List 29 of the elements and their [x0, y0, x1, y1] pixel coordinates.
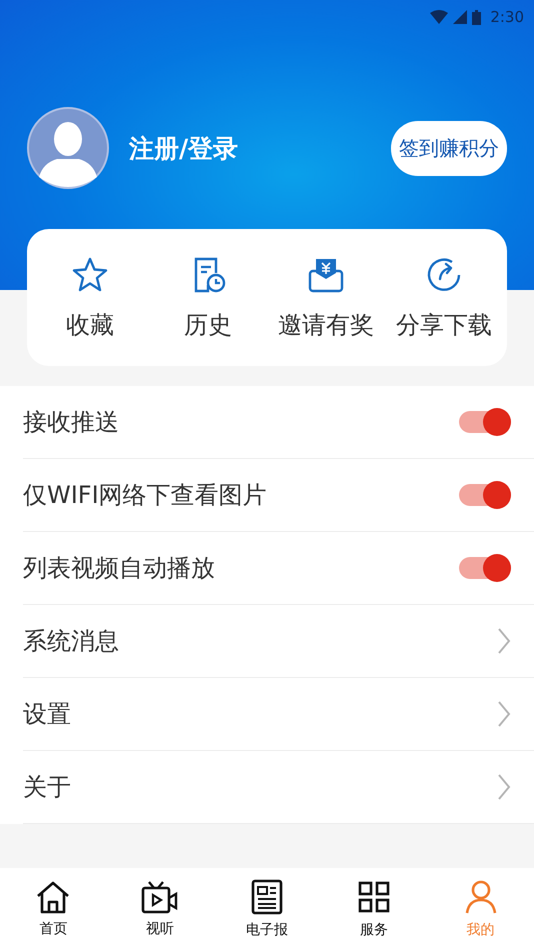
signal-icon — [453, 10, 468, 24]
avatar-icon[interactable] — [27, 107, 109, 189]
tab-item[interactable]: 视听 — [106, 868, 214, 950]
toggle-switch[interactable] — [459, 557, 511, 579]
checkin-button[interactable]: 签到赚积分 — [391, 120, 507, 176]
home-icon — [35, 880, 72, 914]
tab-item[interactable]: 电子报 — [214, 868, 320, 950]
tab-item[interactable]: 首页 — [0, 868, 107, 950]
setting-label: 仅WIFI网络下查看图片 — [23, 480, 267, 511]
login-link[interactable]: 注册/登录 — [129, 132, 391, 164]
tv-play-icon — [141, 880, 180, 914]
tab-item[interactable]: 服务 — [320, 868, 428, 950]
shortcut-item[interactable]: 收藏 — [31, 254, 149, 340]
person-icon — [462, 879, 499, 915]
setting-label: 系统消息 — [23, 626, 119, 657]
wifi-icon — [430, 10, 448, 24]
grid-icon — [356, 879, 392, 915]
shortcut-item[interactable]: 历史 — [149, 254, 267, 340]
toggle-switch[interactable] — [459, 484, 511, 506]
setting-label: 关于 — [23, 772, 71, 803]
newspaper-icon — [248, 879, 285, 915]
setting-label: 设置 — [23, 699, 71, 730]
setting-label: 列表视频自动播放 — [23, 553, 215, 584]
shortcut-item[interactable]: 邀请有奖 — [267, 254, 385, 340]
battery-icon — [472, 10, 482, 24]
toggle-switch[interactable] — [459, 411, 511, 433]
status-time: 2:30 — [490, 8, 524, 26]
shortcut-item[interactable]: 分享下载 — [385, 254, 503, 340]
setting-label: 接收推送 — [23, 407, 119, 438]
